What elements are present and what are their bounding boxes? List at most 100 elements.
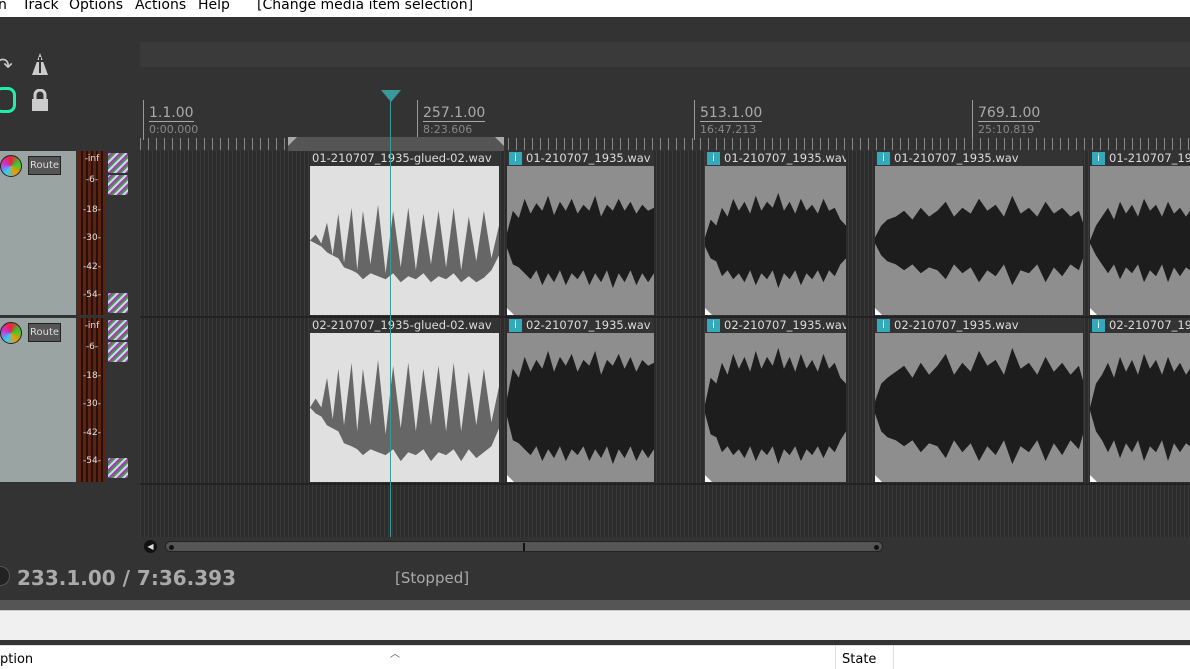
- media-item[interactable]: i 01-210707_1935.wav: [507, 151, 654, 315]
- media-item-header[interactable]: i 02-210707_1935.wav: [705, 318, 846, 333]
- item-fade-handle[interactable]: [507, 308, 514, 315]
- fx-bypass-button[interactable]: [108, 342, 128, 362]
- media-item-header[interactable]: i 01-210707_1935.wav: [875, 151, 1083, 166]
- item-fade-handle[interactable]: [875, 475, 882, 482]
- info-icon[interactable]: i: [509, 319, 522, 332]
- item-fade-handle[interactable]: [875, 308, 882, 315]
- menu-item-partial[interactable]: n: [0, 0, 7, 12]
- info-icon[interactable]: i: [707, 319, 720, 332]
- media-item-waveform: [875, 333, 1083, 482]
- docker-divider[interactable]: [0, 600, 1190, 610]
- info-icon[interactable]: i: [877, 319, 890, 332]
- fx-bypass-button[interactable]: [108, 175, 128, 195]
- meter-label: -6-: [85, 342, 99, 352]
- envelope-button[interactable]: [108, 293, 128, 313]
- waveform: [507, 195, 654, 289]
- loop-end-handle[interactable]: [495, 137, 504, 146]
- ruler-time-label: 8:23.606: [423, 123, 473, 136]
- track-volume-knob[interactable]: [0, 322, 22, 344]
- ruler-measure-label: 513.1.00: [700, 105, 763, 122]
- waveform: [1090, 198, 1190, 283]
- route-button[interactable]: Route: [28, 323, 61, 342]
- media-item[interactable]: i 02-210707_1935.wav: [705, 318, 846, 482]
- waveform: [1090, 353, 1190, 462]
- media-item-header[interactable]: 02-210707_1935-glued-02.wav: [310, 318, 499, 333]
- menu-item-help[interactable]: Help: [198, 0, 230, 12]
- track-volume-knob[interactable]: [0, 155, 22, 177]
- transport-button[interactable]: [0, 566, 10, 586]
- media-item-name: 02-210707_1935.wav: [894, 318, 1019, 332]
- edit-cursor[interactable]: [390, 100, 391, 537]
- media-item-header[interactable]: i 01-210707_1935.wav: [705, 151, 846, 166]
- media-item-header[interactable]: 01-210707_1935-glued-02.wav: [310, 151, 499, 166]
- list-header: ption State: [0, 645, 1190, 669]
- docker-toolbar: [0, 610, 1190, 640]
- media-item[interactable]: 01-210707_1935-glued-02.wav: [310, 151, 499, 315]
- loop-selection-bar[interactable]: [288, 137, 504, 151]
- meter-label: -30-: [83, 233, 101, 243]
- info-icon[interactable]: i: [509, 152, 522, 165]
- media-item[interactable]: i 02-210707_1935.wav: [507, 318, 654, 482]
- info-icon[interactable]: i: [707, 152, 720, 165]
- media-item[interactable]: i 02-210707_1935.wav: [875, 318, 1083, 482]
- edit-cursor-head[interactable]: [381, 90, 401, 102]
- info-icon[interactable]: i: [1092, 319, 1105, 332]
- meter-label: -18-: [83, 205, 101, 215]
- media-item-header[interactable]: i 02-210707_1935.wav: [507, 318, 654, 333]
- media-item[interactable]: i 01-210707_1935.wav: [1090, 151, 1190, 315]
- column-header-description[interactable]: ption: [0, 652, 33, 667]
- waveform: [705, 192, 846, 289]
- redo-icon[interactable]: ↷: [0, 53, 13, 77]
- item-fade-handle[interactable]: [1090, 308, 1097, 315]
- item-fade-handle[interactable]: [507, 475, 514, 482]
- menu-bar: n Track Options Actions Help [Change med…: [0, 0, 1190, 17]
- track-control-panel-1: Route -inf -6- -18- -30- -42- -54-: [0, 151, 140, 318]
- media-item[interactable]: i 02-210707_1935.wav: [1090, 318, 1190, 482]
- metronome-icon[interactable]: [28, 51, 52, 77]
- media-item-waveform: [310, 166, 499, 315]
- menu-item-options[interactable]: Options: [69, 0, 123, 12]
- media-item-header[interactable]: i 01-210707_1935.wav: [1090, 151, 1190, 166]
- meter-label: -18-: [83, 371, 101, 381]
- item-fade-handle[interactable]: [705, 475, 712, 482]
- media-item[interactable]: i 01-210707_1935.wav: [875, 151, 1083, 315]
- info-icon[interactable]: i: [877, 152, 890, 165]
- loop-icon[interactable]: [0, 87, 16, 113]
- scroll-left-icon[interactable]: ◀: [144, 540, 157, 553]
- position-display: 233.1.00 / 7:36.393: [17, 566, 237, 590]
- menu-item-track[interactable]: Track: [22, 0, 59, 12]
- media-item[interactable]: i 01-210707_1935.wav: [705, 151, 846, 315]
- media-item-name: 01-210707_1935.wav: [1109, 151, 1190, 165]
- last-action-label: [Change media item selection]: [257, 0, 474, 13]
- media-item-header[interactable]: i 02-210707_1935.wav: [1090, 318, 1190, 333]
- envelope-button[interactable]: [108, 458, 128, 478]
- scrollbar-thumb[interactable]: [165, 541, 883, 552]
- column-divider[interactable]: [835, 646, 836, 669]
- menu-item-actions[interactable]: Actions: [135, 0, 186, 12]
- fx-button[interactable]: [108, 153, 128, 173]
- media-item-name: 01-210707_1935.wav: [724, 151, 846, 165]
- media-item-header[interactable]: i 01-210707_1935.wav: [507, 151, 654, 166]
- media-item-waveform: [875, 166, 1083, 315]
- media-item-waveform: [310, 333, 499, 482]
- media-item-name: 02-210707_1935-glued-02.wav: [312, 318, 492, 332]
- media-item[interactable]: 02-210707_1935-glued-02.wav: [310, 318, 499, 482]
- ruler-mark: 1.1.00 0:00.000: [143, 100, 198, 140]
- ruler-measure-label: 1.1.00: [149, 105, 194, 122]
- item-fade-handle[interactable]: [1090, 475, 1097, 482]
- info-icon[interactable]: i: [1092, 152, 1105, 165]
- ruler-time-label: 25:10.819: [978, 123, 1035, 136]
- lock-icon[interactable]: [30, 88, 50, 113]
- fx-button[interactable]: [108, 320, 128, 340]
- route-button[interactable]: Route: [28, 156, 61, 175]
- item-fade-handle[interactable]: [705, 308, 712, 315]
- transport-status: [Stopped]: [395, 569, 470, 587]
- media-item-name: 01-210707_1935-glued-02.wav: [312, 151, 492, 165]
- waveform: [310, 204, 499, 283]
- media-item-name: 02-210707_1935.wav: [526, 318, 651, 332]
- column-divider[interactable]: [893, 646, 894, 669]
- media-item-header[interactable]: i 02-210707_1935.wav: [875, 318, 1083, 333]
- waveform: [310, 359, 499, 462]
- column-header-state[interactable]: State: [842, 652, 876, 667]
- loop-start-handle[interactable]: [288, 137, 297, 146]
